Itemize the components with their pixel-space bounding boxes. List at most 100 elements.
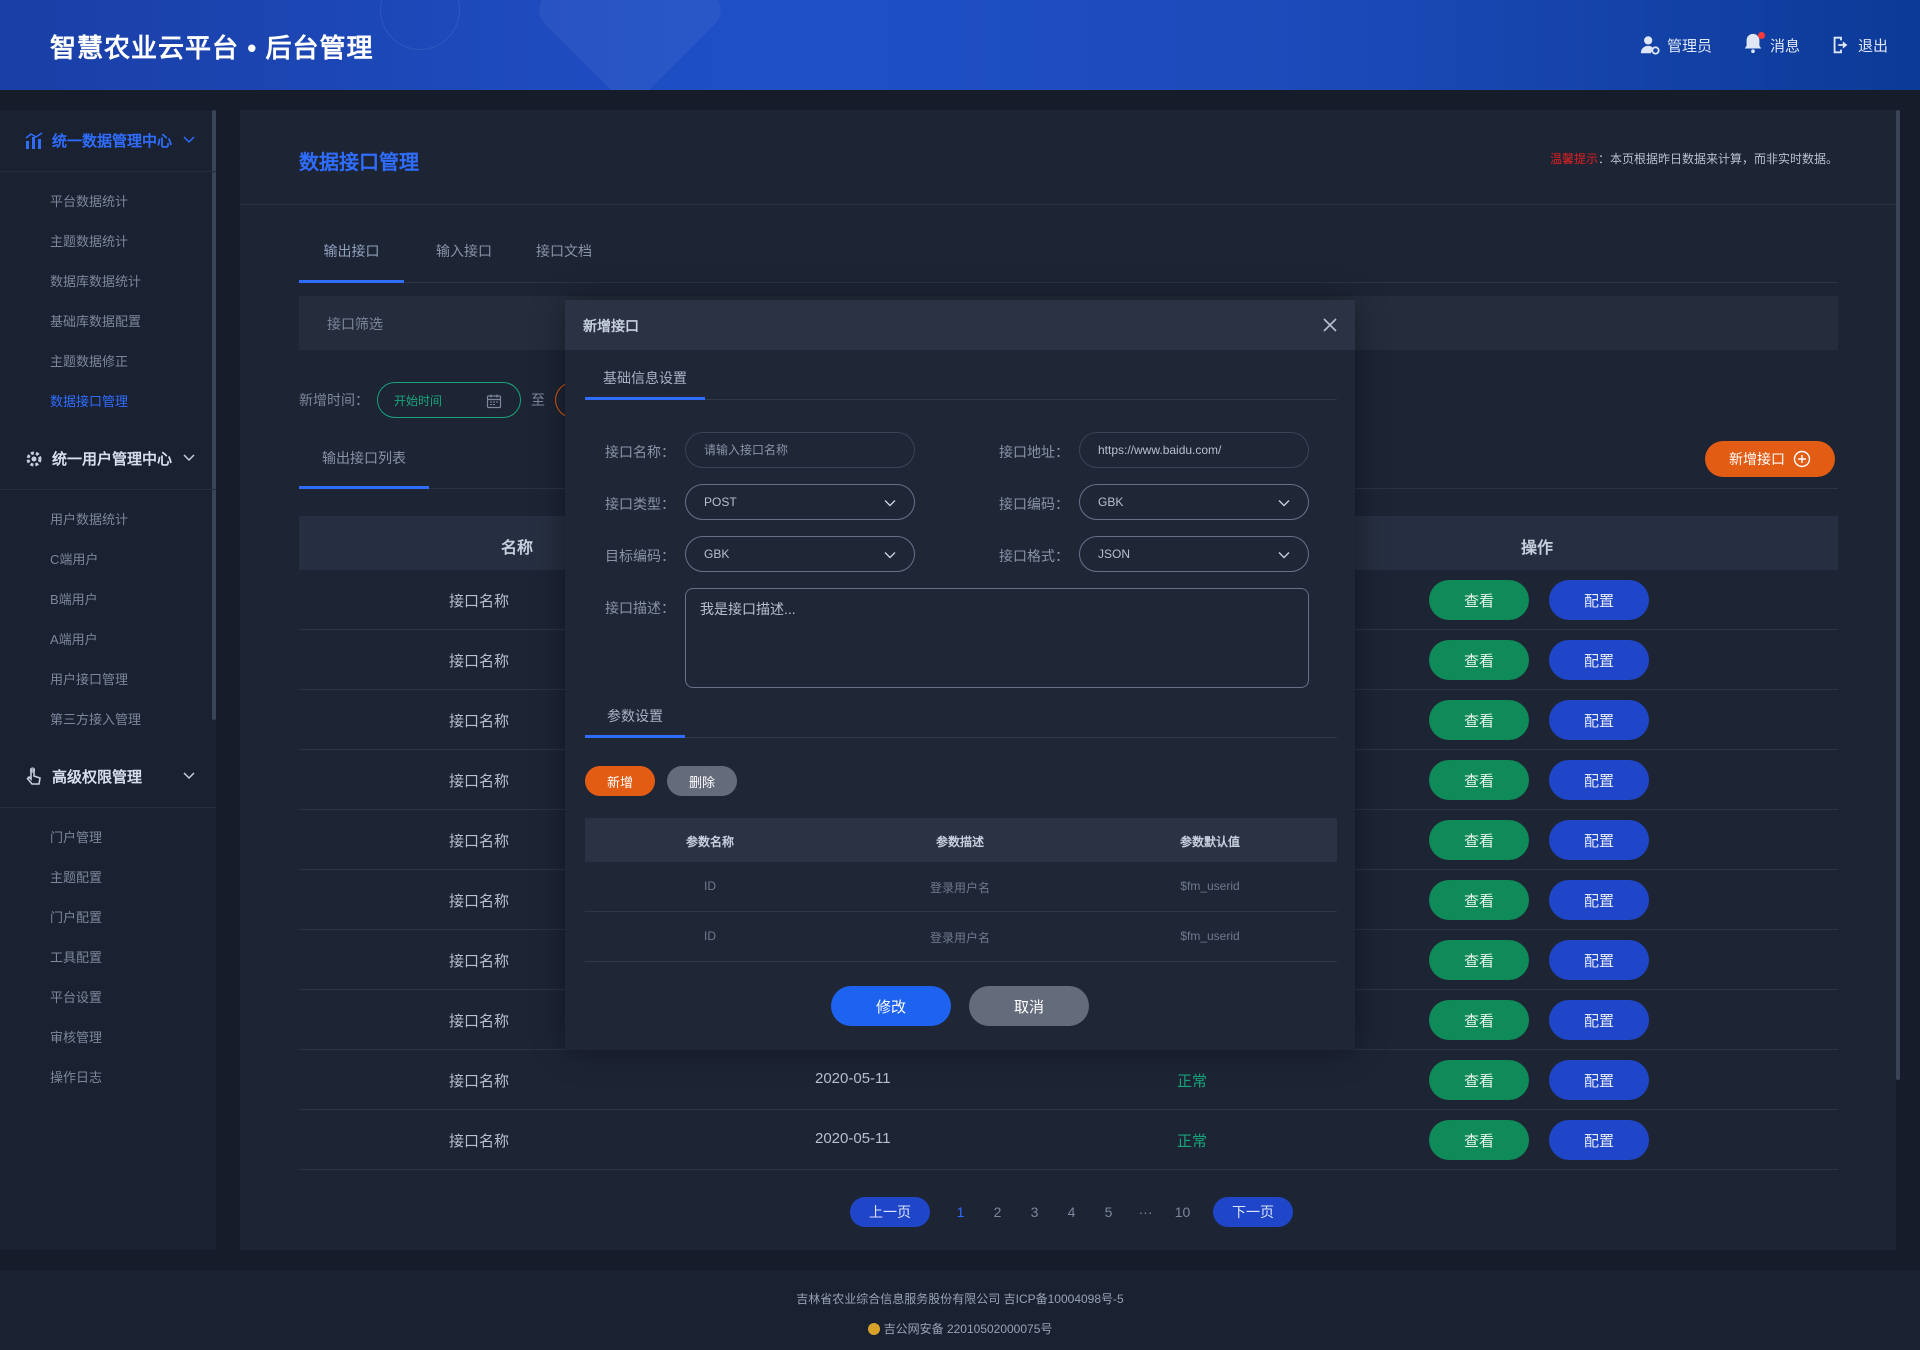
start-date-input[interactable]: 开始时间	[377, 382, 521, 418]
page-header: 数据接口管理 温馨提示：本页根据昨日数据来计算，而非实时数据。	[240, 110, 1896, 205]
api-format-select[interactable]: JSON	[1079, 536, 1309, 572]
page-number[interactable]: 4	[1053, 1204, 1090, 1220]
params-table-row[interactable]: ID 登录用户名 $fm_userid	[585, 912, 1337, 962]
sidebar-item-platform-stats[interactable]: 平台数据统计	[0, 182, 216, 222]
sidebar-group-permissions[interactable]: 高级权限管理	[0, 746, 216, 808]
view-button[interactable]: 查看	[1429, 940, 1529, 980]
page-number[interactable]: 1	[942, 1204, 979, 1220]
api-description-textarea[interactable]: 我是接口描述...	[685, 588, 1309, 688]
encoding-label: 接口编码：	[999, 496, 1069, 512]
tab-api-docs[interactable]: 接口文档	[529, 228, 599, 283]
sidebar-item-db-stats[interactable]: 数据库数据统计	[0, 262, 216, 302]
type-label: 接口类型：	[605, 496, 675, 512]
sidebar-group-label: 统一用户管理中心	[52, 451, 173, 468]
view-button[interactable]: 查看	[1429, 760, 1529, 800]
sidebar-item-theme-fix[interactable]: 主题数据修正	[0, 342, 216, 382]
table-row: 接口名称 2020-05-11 正常 查看 配置	[299, 1050, 1838, 1110]
close-icon[interactable]	[1321, 316, 1339, 334]
config-button[interactable]: 配置	[1549, 940, 1649, 980]
submit-button[interactable]: 修改	[831, 986, 951, 1026]
sidebar-item-user-stats[interactable]: 用户数据统计	[0, 500, 216, 540]
config-button[interactable]: 配置	[1549, 580, 1649, 620]
config-button[interactable]: 配置	[1549, 1000, 1649, 1040]
row-name: 接口名称	[448, 653, 509, 670]
gear-icon	[26, 451, 42, 466]
sidebar-scrollbar[interactable]	[212, 110, 216, 720]
main-scrollbar[interactable]	[1896, 110, 1900, 1080]
sidebar-item-c-users[interactable]: C端用户	[0, 540, 216, 580]
add-api-button[interactable]: 新增接口	[1705, 441, 1835, 477]
tab-params[interactable]: 参数设置	[585, 698, 685, 738]
view-button[interactable]: 查看	[1429, 820, 1529, 860]
config-button[interactable]: 配置	[1549, 700, 1649, 740]
add-param-button[interactable]: 新增	[585, 766, 655, 796]
api-encoding-select[interactable]: GBK	[1079, 484, 1309, 520]
api-address-input[interactable]: https://www.baidu.com/	[1079, 432, 1309, 468]
admin-button[interactable]: 管理员	[1639, 32, 1712, 58]
name-label: 接口名称：	[605, 444, 675, 460]
config-button[interactable]: 配置	[1549, 820, 1649, 860]
chevron-down-icon	[183, 772, 195, 780]
api-encoding-value: GBK	[1098, 495, 1124, 509]
api-name-input[interactable]: 请输入接口名称	[685, 432, 915, 468]
view-button[interactable]: 查看	[1429, 1060, 1529, 1100]
sidebar-menu-data: 平台数据统计 主题数据统计 数据库数据统计 基础库数据配置 主题数据修正 数据接…	[0, 172, 216, 428]
format-label: 接口格式：	[999, 548, 1069, 564]
view-button[interactable]: 查看	[1429, 580, 1529, 620]
sidebar-item-api-manage[interactable]: 数据接口管理	[0, 382, 216, 422]
config-button[interactable]: 配置	[1549, 1120, 1649, 1160]
api-type-select[interactable]: POST	[685, 484, 915, 520]
sidebar-item-third-party[interactable]: 第三方接入管理	[0, 700, 216, 740]
sidebar-item-a-users[interactable]: A端用户	[0, 620, 216, 660]
row-status: 正常	[1177, 1073, 1208, 1090]
tab-output-api[interactable]: 输出接口	[299, 228, 404, 283]
sidebar-item-tool-config[interactable]: 工具配置	[0, 938, 216, 978]
param-default: $fm_userid	[1180, 929, 1240, 943]
params-table-row[interactable]: ID 登录用户名 $fm_userid	[585, 862, 1337, 912]
sidebar-item-theme-config[interactable]: 主题配置	[0, 858, 216, 898]
config-button[interactable]: 配置	[1549, 1060, 1649, 1100]
config-button[interactable]: 配置	[1549, 640, 1649, 680]
page-number[interactable]: 2	[979, 1204, 1016, 1220]
messages-button[interactable]: 消息	[1742, 32, 1800, 58]
logout-button[interactable]: 退出	[1830, 32, 1888, 58]
tab-basic-info[interactable]: 基础信息设置	[585, 360, 705, 400]
sidebar: 统一数据管理中心 平台数据统计 主题数据统计 数据库数据统计 基础库数据配置 主…	[0, 110, 216, 1250]
view-button[interactable]: 查看	[1429, 880, 1529, 920]
sidebar-group-user-center[interactable]: 统一用户管理中心	[0, 428, 216, 490]
sidebar-item-portal-config[interactable]: 门户配置	[0, 898, 216, 938]
target-encoding-label: 目标编码：	[605, 548, 675, 564]
page-number[interactable]: 5	[1090, 1204, 1127, 1220]
view-button[interactable]: 查看	[1429, 1000, 1529, 1040]
sidebar-item-op-log[interactable]: 操作日志	[0, 1058, 216, 1098]
sidebar-item-platform-settings[interactable]: 平台设置	[0, 978, 216, 1018]
api-type-value: POST	[704, 495, 737, 509]
page-number[interactable]: 10	[1164, 1204, 1201, 1220]
view-button[interactable]: 查看	[1429, 1120, 1529, 1160]
sidebar-item-base-config[interactable]: 基础库数据配置	[0, 302, 216, 342]
view-button[interactable]: 查看	[1429, 640, 1529, 680]
messages-label: 消息	[1769, 37, 1800, 55]
delete-param-button[interactable]: 删除	[667, 766, 737, 796]
sidebar-item-theme-stats[interactable]: 主题数据统计	[0, 222, 216, 262]
sidebar-item-user-api[interactable]: 用户接口管理	[0, 660, 216, 700]
sidebar-item-portal-manage[interactable]: 门户管理	[0, 818, 216, 858]
header-decoration	[531, 0, 729, 90]
tab-output-list[interactable]: 输出接口列表	[299, 435, 429, 489]
sidebar-item-b-users[interactable]: B端用户	[0, 580, 216, 620]
config-button[interactable]: 配置	[1549, 760, 1649, 800]
view-button[interactable]: 查看	[1429, 700, 1529, 740]
header-decoration-ring	[380, 0, 460, 50]
tab-input-api[interactable]: 输入接口	[429, 228, 499, 283]
sidebar-group-data-center[interactable]: 统一数据管理中心	[0, 110, 216, 172]
target-encoding-select[interactable]: GBK	[685, 536, 915, 572]
cancel-button[interactable]: 取消	[969, 986, 1089, 1026]
sidebar-item-audit[interactable]: 审核管理	[0, 1018, 216, 1058]
prev-page-button[interactable]: 上一页	[850, 1197, 930, 1227]
page-number[interactable]: 3	[1016, 1204, 1053, 1220]
next-page-button[interactable]: 下一页	[1213, 1197, 1293, 1227]
notice-warn: 温馨提示	[1549, 152, 1598, 166]
modal-title: 新增接口	[583, 318, 639, 334]
add-api-modal: 新增接口 基础信息设置 接口名称： 请输入接口名称 接口地址： https://…	[565, 300, 1355, 1050]
config-button[interactable]: 配置	[1549, 880, 1649, 920]
